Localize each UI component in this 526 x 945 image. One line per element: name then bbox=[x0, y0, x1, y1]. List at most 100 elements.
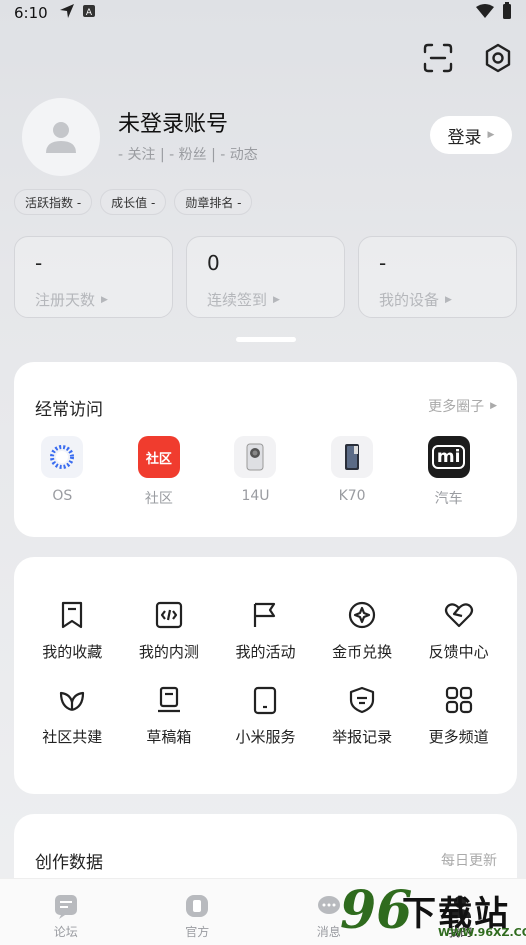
menu-label: 草稿箱 bbox=[146, 728, 192, 746]
menu-more-channels[interactable]: 更多频道 bbox=[410, 684, 507, 747]
profile-header: 未登录账号 - 关注 | - 粉丝 | - 动态 登录 ▶ bbox=[22, 98, 512, 178]
stat-label: 连续签到 bbox=[207, 291, 268, 309]
status-time: 6:10 bbox=[14, 4, 48, 22]
status-bar: 6:10 A bbox=[0, 0, 526, 26]
frequent-item-community[interactable]: 社区 社区 bbox=[111, 436, 208, 508]
watermark-url: WWW.96XZ.COM bbox=[438, 926, 526, 939]
coin-star-icon bbox=[346, 599, 378, 631]
user-metric-chips: 活跃指数 - 成长值 - 勋章排名 - bbox=[14, 189, 253, 215]
official-icon bbox=[186, 895, 209, 917]
frequent-item-k70[interactable]: K70 bbox=[304, 436, 401, 508]
mi-car-icon: mi bbox=[427, 436, 470, 478]
tab-label: 论坛 bbox=[53, 925, 78, 939]
settings-gear-icon[interactable] bbox=[480, 40, 516, 76]
stat-registered-days[interactable]: - 注册天数 ▶ bbox=[14, 236, 173, 318]
forum-icon bbox=[54, 895, 77, 919]
frequent-item-label: K70 bbox=[338, 488, 366, 504]
more-circles-link[interactable]: 更多圈子 ▶ bbox=[428, 396, 497, 416]
menu-community-building[interactable]: 社区共建 bbox=[24, 684, 121, 747]
community-icon: 社区 bbox=[137, 436, 180, 478]
user-follow-stats: - 关注 | - 粉丝 | - 动态 bbox=[118, 147, 258, 163]
shield-report-icon bbox=[346, 684, 378, 716]
avatar[interactable] bbox=[22, 98, 100, 176]
leaf-icon bbox=[56, 684, 88, 716]
wifi-icon bbox=[476, 3, 494, 23]
menu-label: 小米服务 bbox=[235, 728, 296, 746]
user-name: 未登录账号 bbox=[118, 112, 229, 137]
tab-forum[interactable]: 论坛 bbox=[0, 879, 132, 945]
menu-label: 反馈中心 bbox=[428, 643, 489, 661]
menu-report-records[interactable]: 举报记录 bbox=[314, 684, 411, 747]
menu-my-beta[interactable]: 我的内测 bbox=[121, 599, 218, 662]
menu-label: 我的内测 bbox=[138, 643, 199, 661]
frequent-item-14u[interactable]: 14U bbox=[207, 436, 304, 508]
menu-label: 我的收藏 bbox=[42, 643, 103, 661]
function-menu-card: 我的收藏 我的内测 我的活动 金币兑换 反馈中心 社区共建 草稿箱 小米服务 举… bbox=[14, 557, 517, 794]
svg-text:A: A bbox=[86, 8, 93, 18]
menu-my-favorites[interactable]: 我的收藏 bbox=[24, 599, 121, 662]
stat-value: - bbox=[379, 251, 387, 275]
hyperos-icon bbox=[41, 436, 84, 478]
play-arrow-icon: ▶ bbox=[273, 294, 280, 305]
tab-official[interactable]: 官方 bbox=[132, 879, 264, 945]
login-button[interactable]: 登录 ▶ bbox=[430, 116, 512, 154]
creation-title: 创作数据 bbox=[35, 853, 103, 873]
frequent-item-os[interactable]: OS bbox=[14, 436, 111, 508]
stat-value: - bbox=[35, 251, 43, 275]
more-circles-label: 更多圈子 bbox=[428, 399, 485, 415]
stat-label: 注册天数 bbox=[35, 291, 96, 309]
phone-14u-icon bbox=[234, 436, 277, 478]
frequent-item-label: OS bbox=[52, 488, 73, 504]
stat-checkin-streak[interactable]: 0 连续签到 ▶ bbox=[186, 236, 345, 318]
menu-feedback-center[interactable]: 反馈中心 bbox=[410, 599, 507, 662]
tablet-icon bbox=[249, 684, 281, 716]
frequent-item-car[interactable]: mi 汽车 bbox=[400, 436, 497, 508]
play-arrow-icon: ▶ bbox=[101, 294, 108, 305]
navigation-arrow-icon bbox=[58, 2, 76, 24]
play-arrow-icon: ▶ bbox=[490, 401, 497, 411]
play-arrow-icon: ▶ bbox=[487, 130, 495, 140]
flag-icon bbox=[249, 599, 281, 631]
stat-value: 0 bbox=[207, 251, 220, 275]
frequent-title: 经常访问 bbox=[35, 400, 103, 420]
phone-k70-icon bbox=[331, 436, 374, 478]
frequent-item-label: 社区 bbox=[144, 491, 173, 507]
stat-my-devices[interactable]: - 我的设备 ▶ bbox=[358, 236, 517, 318]
app-notification-icon: A bbox=[82, 4, 96, 22]
heart-feedback-icon bbox=[443, 599, 475, 631]
frequent-item-label: 汽车 bbox=[434, 491, 463, 507]
tab-label: 官方 bbox=[185, 925, 210, 939]
menu-drafts[interactable]: 草稿箱 bbox=[121, 684, 218, 747]
menu-label: 更多频道 bbox=[428, 728, 489, 746]
menu-label: 举报记录 bbox=[332, 728, 393, 746]
menu-label: 社区共建 bbox=[42, 728, 103, 746]
chip-growth-value[interactable]: 成长值 - bbox=[100, 189, 167, 215]
play-arrow-icon: ▶ bbox=[445, 294, 452, 305]
frequent-item-label: 14U bbox=[241, 488, 270, 504]
draft-icon bbox=[153, 684, 185, 716]
menu-xiaomi-service[interactable]: 小米服务 bbox=[217, 684, 314, 747]
community-icon-text: 社区 bbox=[145, 451, 172, 467]
frequent-visits-card: 经常访问 更多圈子 ▶ OS 社区 社区 14U K70 mi 汽车 bbox=[14, 362, 517, 537]
stats-row: - 注册天数 ▶ 0 连续签到 ▶ - 我的设备 ▶ bbox=[14, 236, 518, 318]
user-silhouette-icon bbox=[46, 122, 76, 153]
chip-activity-index[interactable]: 活跃指数 - bbox=[14, 189, 93, 215]
menu-label: 金币兑换 bbox=[332, 643, 393, 661]
scan-icon[interactable] bbox=[420, 40, 456, 76]
site-watermark: 96 下载站 WWW.96XZ.COM bbox=[340, 880, 526, 945]
menu-my-activities[interactable]: 我的活动 bbox=[217, 599, 314, 662]
top-actions bbox=[420, 40, 516, 76]
tab-label: 消息 bbox=[316, 925, 341, 939]
daily-update-label: 每日更新 bbox=[441, 853, 497, 869]
bookmark-icon bbox=[56, 599, 88, 631]
mi-logo-text: mi bbox=[431, 445, 466, 469]
menu-coin-exchange[interactable]: 金币兑换 bbox=[314, 599, 411, 662]
menu-label: 我的活动 bbox=[235, 643, 296, 661]
login-label: 登录 bbox=[447, 127, 482, 148]
grid-icon bbox=[443, 684, 475, 716]
battery-icon bbox=[502, 2, 512, 24]
message-icon bbox=[317, 896, 340, 914]
stat-label: 我的设备 bbox=[379, 291, 440, 309]
chip-medal-rank[interactable]: 勋章排名 - bbox=[174, 189, 253, 215]
page-indicator bbox=[236, 337, 296, 342]
